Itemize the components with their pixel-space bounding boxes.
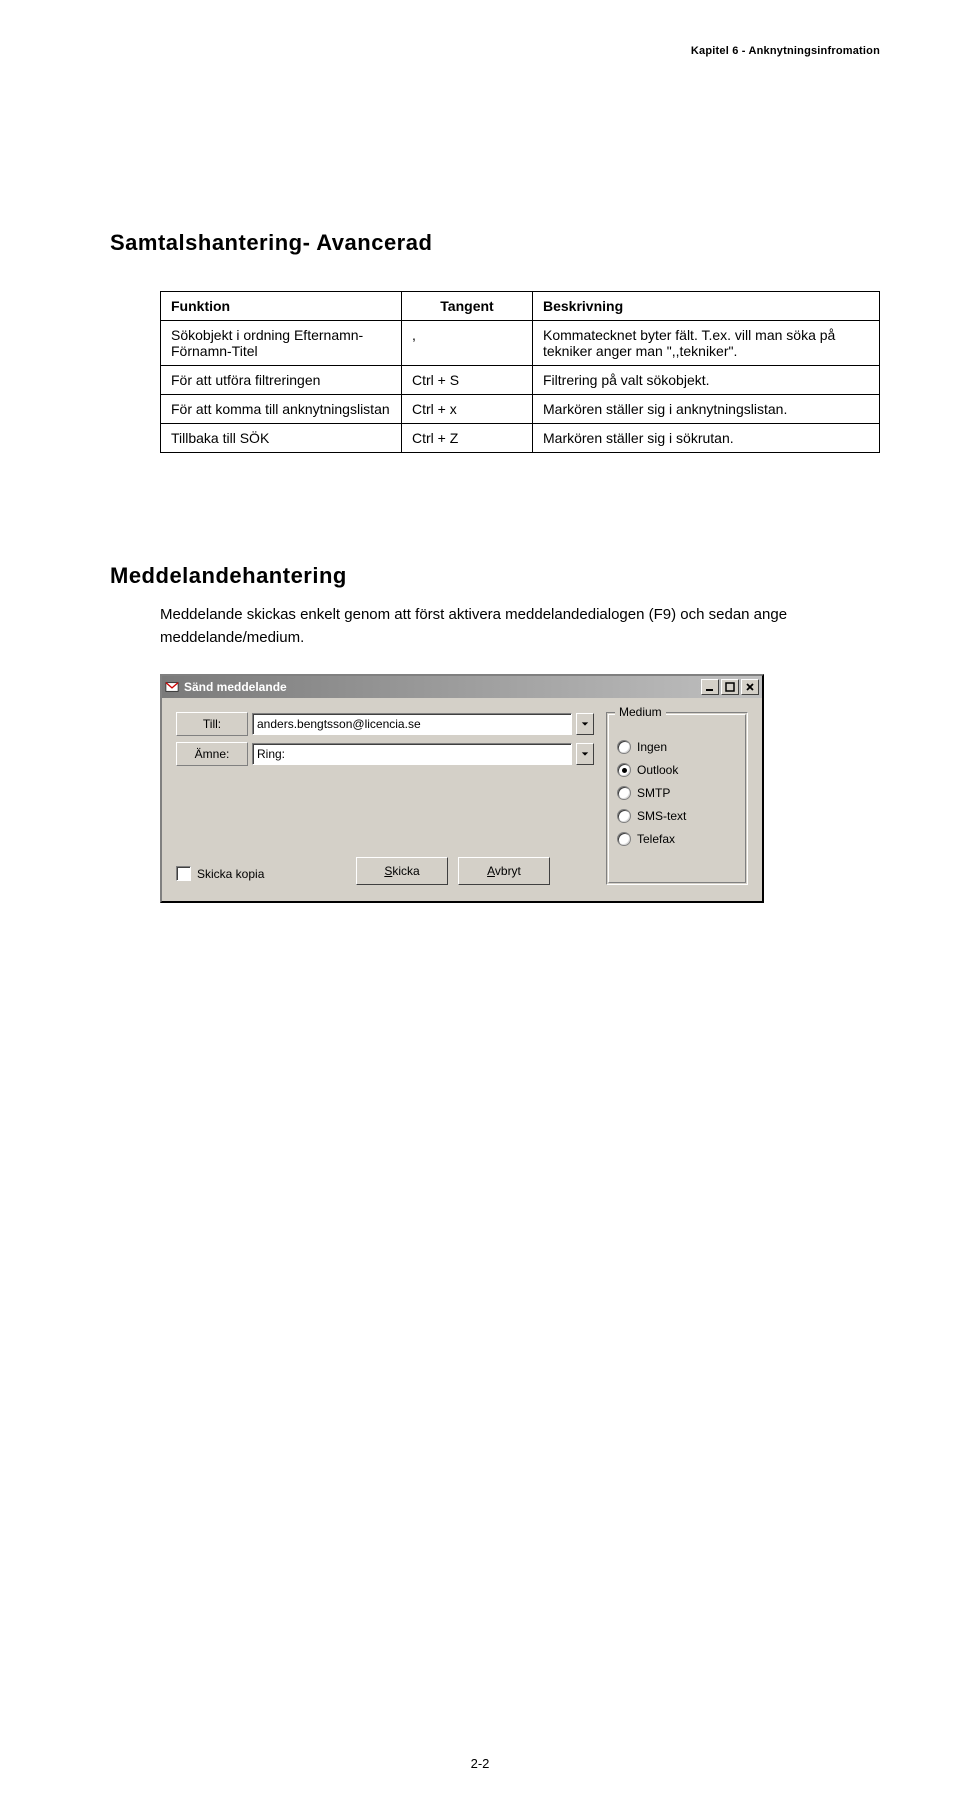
function-table: Funktion Tangent Beskrivning Sökobjekt i… bbox=[160, 291, 880, 453]
radio-icon bbox=[617, 763, 631, 777]
dialog-title: Sänd meddelande bbox=[184, 680, 287, 694]
table-row: Sökobjekt i ordning Efternamn-Förnamn-Ti… bbox=[161, 321, 880, 366]
radio-telefax[interactable]: Telefax bbox=[617, 832, 737, 846]
cell-tangent: , bbox=[402, 321, 533, 366]
send-message-dialog: Sänd meddelande Till: anders.bengtsson@l… bbox=[160, 674, 764, 903]
th-beskrivning: Beskrivning bbox=[533, 292, 880, 321]
skicka-kopia-label: Skicka kopia bbox=[197, 867, 264, 881]
page-header: Kapitel 6 - Anknytningsinfromation bbox=[691, 45, 880, 57]
page-number: 2-2 bbox=[0, 1756, 960, 1771]
maximize-button[interactable] bbox=[721, 679, 739, 695]
radio-icon bbox=[617, 809, 631, 823]
cell-beskrivning: Kommatecknet byter fält. T.ex. vill man … bbox=[533, 321, 880, 366]
app-icon bbox=[165, 680, 179, 694]
table-row: För att komma till anknytningslistan Ctr… bbox=[161, 395, 880, 424]
send-button[interactable]: Skicka bbox=[356, 857, 448, 885]
cell-funktion: För att komma till anknytningslistan bbox=[161, 395, 402, 424]
amne-dropdown-button[interactable] bbox=[576, 743, 594, 765]
groupbox-label: Medium bbox=[615, 705, 666, 719]
table-row: Tillbaka till SÖK Ctrl + Z Markören stäl… bbox=[161, 424, 880, 453]
cell-tangent: Ctrl + S bbox=[402, 366, 533, 395]
till-field[interactable]: anders.bengtsson@licencia.se bbox=[252, 713, 572, 735]
till-dropdown-button[interactable] bbox=[576, 713, 594, 735]
radio-smtp[interactable]: SMTP bbox=[617, 786, 737, 800]
cell-beskrivning: Markören ställer sig i anknytningslistan… bbox=[533, 395, 880, 424]
medium-groupbox: Medium Ingen Outlook SMTP SMS-text bbox=[606, 712, 748, 885]
cell-tangent: Ctrl + x bbox=[402, 395, 533, 424]
subsection-body: Meddelande skickas enkelt genom att förs… bbox=[160, 604, 860, 649]
radio-outlook[interactable]: Outlook bbox=[617, 763, 737, 777]
amne-label-button[interactable]: Ämne: bbox=[176, 742, 248, 766]
minimize-button[interactable] bbox=[701, 679, 719, 695]
cell-beskrivning: Markören ställer sig i sökrutan. bbox=[533, 424, 880, 453]
radio-label: Outlook bbox=[637, 763, 678, 777]
amne-field[interactable]: Ring: bbox=[252, 743, 572, 765]
cell-tangent: Ctrl + Z bbox=[402, 424, 533, 453]
cell-funktion: Sökobjekt i ordning Efternamn-Förnamn-Ti… bbox=[161, 321, 402, 366]
section-title: Samtalshantering- Avancerad bbox=[110, 230, 880, 256]
till-label-button[interactable]: Till: bbox=[176, 712, 248, 736]
radio-label: Ingen bbox=[637, 740, 667, 754]
radio-icon bbox=[617, 832, 631, 846]
radio-icon bbox=[617, 786, 631, 800]
radio-label: SMS-text bbox=[637, 809, 686, 823]
th-funktion: Funktion bbox=[161, 292, 402, 321]
subsection-title: Meddelandehantering bbox=[110, 563, 880, 589]
radio-label: Telefax bbox=[637, 832, 675, 846]
cell-funktion: För att utföra filtreringen bbox=[161, 366, 402, 395]
radio-label: SMTP bbox=[637, 786, 670, 800]
table-row: För att utföra filtreringen Ctrl + S Fil… bbox=[161, 366, 880, 395]
th-tangent: Tangent bbox=[402, 292, 533, 321]
radio-icon bbox=[617, 740, 631, 754]
skicka-kopia-checkbox[interactable] bbox=[176, 866, 191, 881]
cancel-button[interactable]: Avbryt bbox=[458, 857, 550, 885]
radio-sms-text[interactable]: SMS-text bbox=[617, 809, 737, 823]
close-button[interactable] bbox=[741, 679, 759, 695]
radio-ingen[interactable]: Ingen bbox=[617, 740, 737, 754]
cell-funktion: Tillbaka till SÖK bbox=[161, 424, 402, 453]
cell-beskrivning: Filtrering på valt sökobjekt. bbox=[533, 366, 880, 395]
titlebar: Sänd meddelande bbox=[162, 676, 762, 698]
